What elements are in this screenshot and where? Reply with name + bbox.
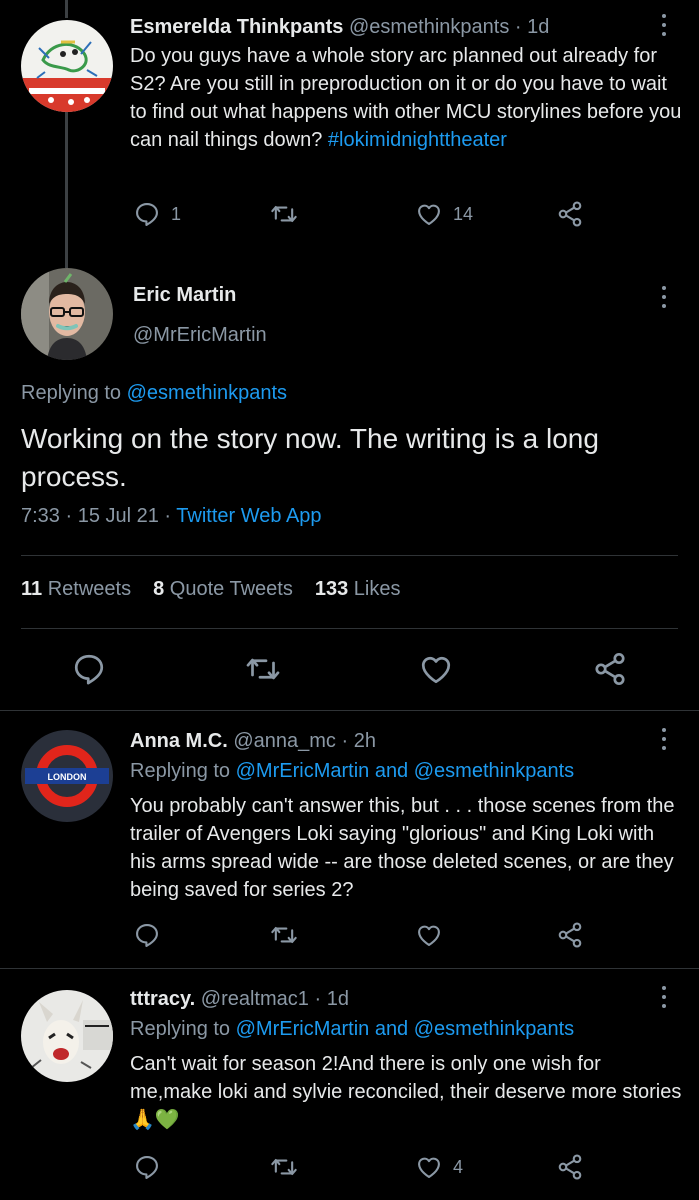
tweet-stats: 11 Retweets 8 Quote Tweets 133 Likes (21, 578, 400, 601)
hashtag-link[interactable]: #lokimidnighttheater (328, 129, 507, 151)
tweet-header: Esmerelda Thinkpants @esmethinkpants · 1… (130, 14, 649, 41)
share-button[interactable] (556, 1153, 584, 1181)
share-icon (592, 651, 628, 687)
user-handle[interactable]: @esmethinkpants (349, 16, 509, 38)
tweet-header: tttracy. @realtmac1 · 1d (130, 986, 649, 1013)
like-icon (415, 200, 443, 228)
likes-count: 133 (314, 578, 349, 600)
like-icon (415, 921, 443, 949)
user-name[interactable]: tttracy. (130, 988, 195, 1010)
share-button[interactable] (556, 921, 584, 949)
replying-to-link[interactable]: @esmethinkpants (127, 382, 287, 404)
share-icon (556, 1153, 584, 1181)
user-name[interactable]: Eric Martin (133, 284, 236, 307)
separator-dot: · (341, 730, 349, 752)
retweet-icon (270, 921, 298, 949)
retweet-button[interactable] (245, 651, 281, 687)
replying-to: Replying to @esmethinkpants (21, 382, 287, 405)
tweet-thread: Esmerelda Thinkpants @esmethinkpants · 1… (0, 0, 699, 1200)
retweet-icon (270, 200, 298, 228)
tweet-text: Working on the story now. The writing is… (21, 423, 599, 492)
replying-prefix: Replying to (130, 760, 231, 782)
avatar-esme[interactable] (21, 20, 113, 112)
timestamp[interactable]: 1d (527, 16, 549, 38)
reply-icon (133, 921, 161, 949)
user-handle[interactable]: @MrEricMartin (133, 324, 267, 347)
timestamp[interactable]: 7:33 · 15 Jul 21 · (21, 505, 171, 527)
like-icon (418, 651, 454, 687)
tweet-text: Do you guys have a whole story arc plann… (130, 42, 685, 154)
avatar-tracy[interactable] (21, 990, 113, 1082)
reply-icon (71, 651, 107, 687)
like-button[interactable]: 4 (415, 1153, 463, 1181)
quotes-count: 8 (153, 578, 165, 600)
avatar-anna[interactable]: LONDON (21, 730, 113, 822)
separator-dot: · (314, 988, 322, 1010)
retweet-icon (270, 1153, 298, 1181)
retweets-label: Retweets (47, 578, 132, 600)
reply-icon (133, 1153, 161, 1181)
share-icon (556, 200, 584, 228)
reply-icon (133, 200, 161, 228)
divider (21, 628, 678, 629)
tweet-header: Anna M.C. @anna_mc · 2h (130, 728, 649, 755)
replying-to-link[interactable]: @MrEricMartin and @esmethinkpants (236, 1018, 575, 1040)
reply-button[interactable] (133, 1153, 161, 1181)
thread-line-top (65, 0, 68, 18)
tweet-text: You probably can't answer this, but . . … (130, 795, 675, 901)
divider (0, 968, 699, 969)
tweet-text: Can't wait for season 2!And there is onl… (130, 1053, 682, 1131)
separator-dot: · (514, 16, 522, 38)
likes-label: Likes (353, 578, 401, 600)
share-button[interactable] (592, 651, 628, 687)
retweet-button[interactable] (270, 1153, 298, 1181)
like-icon (415, 1153, 443, 1181)
quotes-label: Quote Tweets (169, 578, 293, 600)
divider (21, 555, 678, 556)
retweet-button[interactable] (270, 921, 298, 949)
reply-button[interactable]: 1 (133, 200, 181, 228)
retweets-count: 11 (21, 578, 43, 600)
replying-to-link[interactable]: @MrEricMartin and @esmethinkpants (236, 760, 575, 782)
like-button[interactable]: 14 (415, 200, 473, 228)
like-button[interactable] (418, 651, 454, 687)
timestamp[interactable]: 1d (327, 988, 349, 1010)
reply-button[interactable] (71, 651, 107, 687)
replying-to: Replying to @MrEricMartin and @esmethink… (130, 1016, 649, 1043)
avatar-eric[interactable] (21, 268, 113, 360)
user-handle[interactable]: @realtmac1 (201, 988, 309, 1010)
avatar-text: LONDON (48, 772, 87, 782)
more-icon[interactable] (661, 14, 667, 40)
divider (0, 710, 699, 711)
more-icon[interactable] (661, 728, 667, 754)
share-icon (556, 921, 584, 949)
share-button[interactable] (556, 200, 584, 228)
like-count: 4 (453, 1156, 464, 1177)
replying-prefix: Replying to (21, 382, 122, 404)
like-count: 14 (453, 203, 474, 224)
user-name[interactable]: Esmerelda Thinkpants (130, 16, 343, 38)
reply-button[interactable] (133, 921, 161, 949)
timestamp[interactable]: 2h (354, 730, 376, 752)
thread-line (65, 112, 68, 268)
user-name[interactable]: Anna M.C. (130, 730, 228, 752)
tweet-meta: 7:33 · 15 Jul 21 · Twitter Web App (21, 505, 322, 528)
source-link[interactable]: Twitter Web App (176, 505, 321, 527)
retweet-icon (245, 651, 281, 687)
retweets-stat[interactable]: 11 Retweets (21, 578, 131, 601)
replying-to: Replying to @MrEricMartin and @esmethink… (130, 758, 649, 785)
quotes-stat[interactable]: 8 Quote Tweets (153, 578, 293, 601)
likes-stat[interactable]: 133 Likes (315, 578, 401, 601)
like-button[interactable] (415, 921, 443, 949)
more-icon[interactable] (661, 286, 667, 312)
reply-count: 1 (171, 203, 182, 224)
replying-prefix: Replying to (130, 1018, 231, 1040)
retweet-button[interactable] (270, 200, 298, 228)
user-handle[interactable]: @anna_mc (233, 730, 336, 752)
more-icon[interactable] (661, 986, 667, 1012)
